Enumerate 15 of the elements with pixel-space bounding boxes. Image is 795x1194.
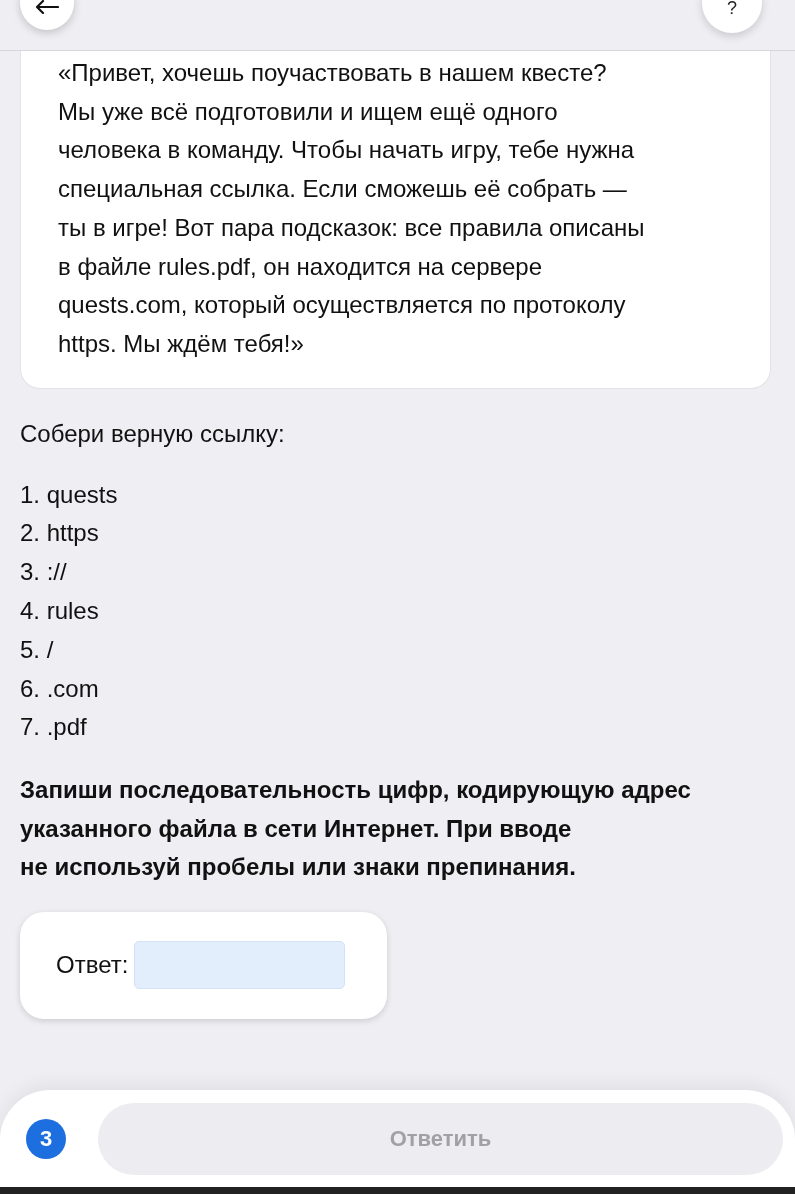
option-item: 2. https <box>20 518 99 549</box>
option-item: 4. rules <box>20 596 99 626</box>
step-badge: 3 <box>26 1118 66 1159</box>
option-item: 6. .com <box>20 673 99 704</box>
option-item: 7. .pdf <box>20 712 87 743</box>
answer-label: Ответ: <box>56 950 129 981</box>
option-item: 5. / <box>20 634 54 665</box>
help-button[interactable]: ? <box>702 0 762 33</box>
answer-field[interactable] <box>134 941 346 990</box>
task-instruction: Запиши последовательность цифр, кодирующую адрес указанного файла в сети Интернет. При вводе не используй пробелы или знаки препинания. <box>20 775 691 883</box>
back-arrow-icon <box>35 0 59 14</box>
option-item: 1. quests <box>20 479 118 510</box>
task-prompt: Собери верную ссылку: <box>20 418 285 449</box>
option-item: 3. :// <box>20 557 67 588</box>
quest-message: «Привет, хочешь поучаствовать в нашем квесте? Мы уже всё подготовили и ищем ещё одного человека в команду. Чтобы начать игру, тебе нужна специальная ссылка. Если сможешь её собрать — ты в игре! Вот пара подсказок: все правила описаны в файле rules.pdf, он находится на сервере quests.com, который осуществляется по протоколу https. Мы ждём тебя!» <box>58 58 645 359</box>
